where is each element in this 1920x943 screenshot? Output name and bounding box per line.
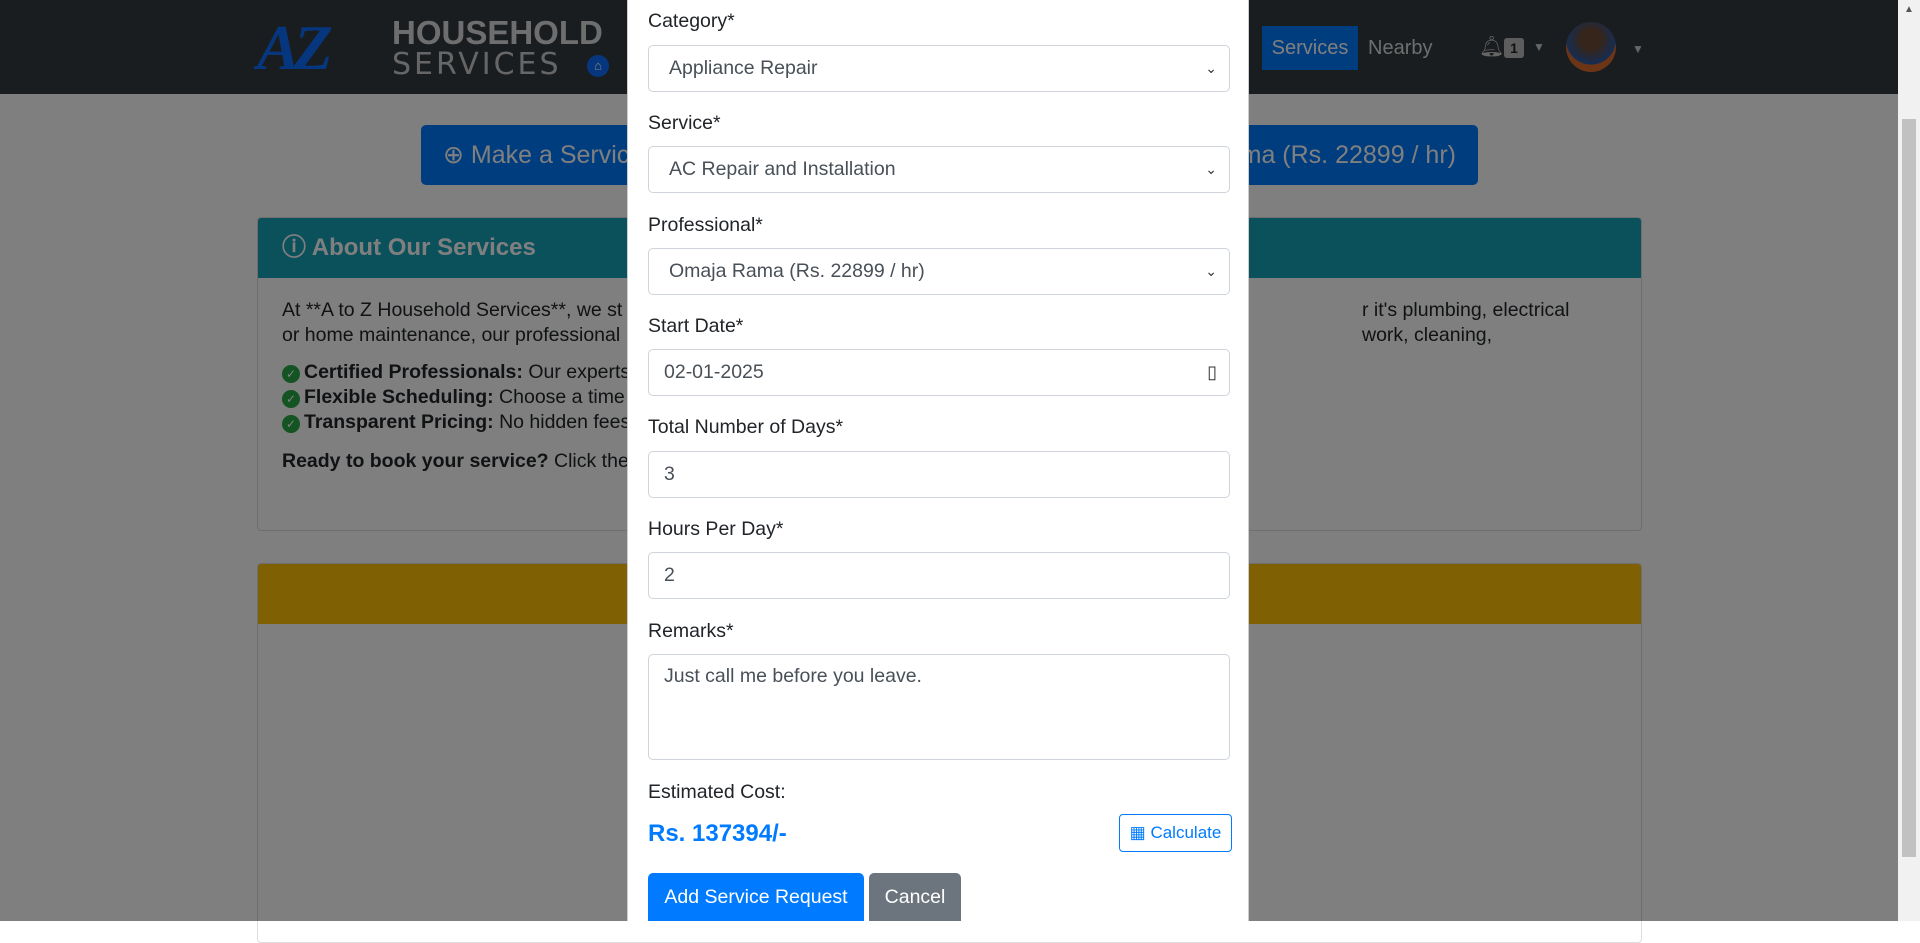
- category-select[interactable]: Appliance Repair ⌄: [648, 45, 1230, 92]
- chevron-down-icon: ⌄: [1205, 161, 1217, 177]
- chevron-down-icon: ⌄: [1205, 60, 1217, 76]
- scrollbar-thumb[interactable]: [1902, 119, 1916, 857]
- professional-select[interactable]: Omaja Rama (Rs. 22899 / hr) ⌄: [648, 248, 1230, 295]
- add-service-request-button[interactable]: Add Service Request: [648, 873, 864, 921]
- start-date-label: Start Date*: [648, 315, 744, 337]
- days-input[interactable]: 3: [648, 451, 1230, 498]
- scroll-up-icon[interactable]: ▲: [1904, 4, 1914, 15]
- calendar-icon[interactable]: ▯: [1207, 350, 1217, 395]
- hours-input[interactable]: 2: [648, 552, 1230, 599]
- service-select[interactable]: AC Repair and Installation ⌄: [648, 146, 1230, 193]
- days-label: Total Number of Days*: [648, 416, 844, 438]
- scrollbar[interactable]: ▲: [1898, 0, 1920, 921]
- service-label: Service*: [648, 112, 721, 134]
- category-label: Category*: [648, 10, 735, 32]
- estimated-cost-label: Estimated Cost:: [648, 781, 786, 803]
- remarks-label: Remarks*: [648, 620, 734, 642]
- estimated-cost-value: Rs. 137394/-: [648, 820, 787, 847]
- start-date-input[interactable]: 02-01-2025 ▯: [648, 349, 1230, 396]
- professional-label: Professional*: [648, 214, 763, 236]
- calculate-button[interactable]: ▦ Calculate: [1119, 814, 1232, 852]
- cancel-button[interactable]: Cancel: [869, 873, 961, 921]
- hours-label: Hours Per Day*: [648, 518, 784, 540]
- chevron-down-icon: ⌄: [1205, 263, 1217, 279]
- service-request-modal: Category* Appliance Repair ⌄ Service* AC …: [627, 0, 1249, 921]
- calculator-icon: ▦: [1129, 823, 1146, 842]
- remarks-textarea[interactable]: Just call me before you leave.: [648, 654, 1230, 760]
